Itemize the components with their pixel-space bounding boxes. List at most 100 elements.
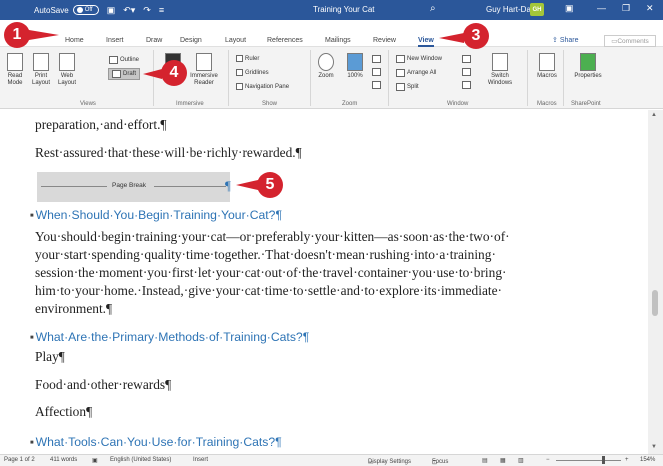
page-count[interactable]: Page 1 of 2: [4, 457, 35, 463]
avatar[interactable]: GH: [530, 3, 544, 16]
gridlines-checkbox[interactable]: Gridlines: [236, 69, 269, 76]
insert-mode[interactable]: Insert: [193, 457, 208, 463]
word-count[interactable]: 411 words: [50, 457, 77, 463]
arrange-all-label: Arrange All: [407, 70, 437, 76]
zoom-slider-thumb[interactable]: [602, 456, 605, 464]
scroll-up-icon[interactable]: ▲: [651, 112, 657, 118]
new-window-button[interactable]: New Window: [396, 55, 442, 63]
zoom-100-button[interactable]: 100%: [344, 53, 366, 80]
ruler-checkbox[interactable]: Ruler: [236, 55, 259, 62]
switch-windows-label: Switch Windows: [487, 73, 513, 86]
immersive-group-label: Immersive: [176, 101, 204, 107]
proofing-icon[interactable]: ▣: [92, 457, 98, 464]
web-layout-button[interactable]: Web Layout: [56, 53, 78, 87]
display-settings-label: Display Settings: [368, 459, 412, 465]
gridlines-check-icon: [236, 69, 243, 76]
title-bar: AutoSave Off ▣ ↶▾ ↷ ≡ Training Your Cat …: [0, 0, 663, 20]
switch-windows-button[interactable]: Switch Windows: [482, 53, 518, 87]
paragraph-rest-assured: Rest·assured·that·these·will·be·richly·r…: [35, 145, 302, 160]
scroll-thumb[interactable]: [652, 290, 658, 316]
status-bar: Page 1 of 2 411 words ▣ English (United …: [0, 454, 663, 466]
callout-4: 4: [161, 60, 187, 86]
share-button[interactable]: ⇪ Share: [552, 36, 579, 44]
tab-layout[interactable]: Layout: [225, 37, 246, 44]
paragraph-preparation: preparation,·and·effort.¶: [35, 117, 167, 132]
restore-icon[interactable]: ❐: [622, 3, 630, 14]
switch-windows-icon: [492, 53, 508, 71]
search-icon[interactable]: ⌕: [430, 3, 436, 14]
arrange-all-button[interactable]: Arrange All: [396, 69, 436, 77]
page-break-line-left: [41, 186, 107, 187]
multiple-pages-icon[interactable]: [372, 68, 381, 76]
tab-home[interactable]: Home: [65, 37, 84, 44]
body-line-2: your·start·spending·quality·time·togethe…: [35, 247, 496, 262]
page-width-icon[interactable]: [372, 81, 381, 89]
gridlines-label: Gridlines: [245, 69, 269, 76]
print-layout-button[interactable]: Print Layout: [30, 53, 52, 87]
web-layout-label: Web Layout: [57, 73, 76, 86]
close-icon[interactable]: ✕: [646, 3, 654, 14]
page-break-label: Page Break: [112, 182, 146, 189]
undo-icon[interactable]: ↶▾: [123, 5, 135, 16]
body-line-1: You·should·begin·training·your·cat—or·pr…: [35, 229, 510, 244]
toggle-knob-icon: [76, 7, 83, 13]
read-mode-view-icon[interactable]: ▤: [482, 457, 488, 464]
heading-primary-methods-text: What·Are·the·Primary·Methods·of·Training…: [35, 330, 310, 344]
focus-label: Focus: [432, 459, 449, 465]
autosave-state: Off: [84, 7, 93, 13]
zoom-slider-track[interactable]: [556, 460, 621, 461]
vertical-scrollbar[interactable]: ▲ ▼: [648, 110, 663, 454]
arrange-all-icon: [396, 69, 405, 77]
heading-when-begin-text: When·Should·You·Begin·Training·Your·Cat?…: [35, 208, 282, 222]
tab-view[interactable]: View: [418, 37, 434, 47]
split-button[interactable]: Split: [396, 83, 419, 91]
document-area[interactable]: preparation,·and·effort.¶ Rest·assured·t…: [18, 110, 648, 454]
tab-review[interactable]: Review: [373, 37, 396, 44]
immersive-reader-button[interactable]: Immersive Reader: [188, 53, 220, 87]
zoom-group-label: Zoom: [342, 101, 358, 107]
minimize-icon[interactable]: —: [597, 3, 606, 13]
draft-button[interactable]: Draft: [108, 68, 141, 80]
print-layout-icon: [33, 53, 49, 71]
zoom-out-icon[interactable]: −: [546, 457, 550, 463]
outline-icon: [109, 56, 118, 64]
tab-draw[interactable]: Draw: [146, 37, 162, 44]
macros-label: Macros: [537, 73, 557, 79]
save-icon[interactable]: ▣: [107, 5, 116, 16]
macros-button[interactable]: Macros: [534, 53, 560, 80]
zoom-level[interactable]: 154%: [640, 457, 655, 463]
reset-window-icon[interactable]: [462, 81, 471, 89]
tab-references[interactable]: References: [267, 37, 303, 44]
redo-icon[interactable]: ↷: [143, 5, 151, 16]
outline-button[interactable]: Outline: [109, 56, 139, 64]
one-page-icon[interactable]: [372, 55, 381, 63]
customize-qat-icon[interactable]: ≡: [159, 5, 164, 15]
zoom-in-icon[interactable]: +: [625, 457, 629, 463]
read-mode-button[interactable]: Read Mode: [4, 53, 26, 87]
macros-icon: [539, 53, 555, 71]
view-side-by-side-icon[interactable]: [462, 55, 471, 63]
comments-button[interactable]: ▭ Comments: [604, 35, 656, 47]
autosave-toggle[interactable]: Off: [72, 5, 99, 15]
sync-scrolling-icon[interactable]: [462, 68, 471, 76]
ribbon-display-options-icon[interactable]: ▣: [565, 3, 574, 14]
properties-label: Properties: [574, 73, 602, 79]
print-layout-view-icon[interactable]: ▦: [500, 457, 506, 464]
page-break-marker[interactable]: Page Break: [37, 172, 230, 202]
language[interactable]: English (United States): [110, 457, 171, 463]
tab-design[interactable]: Design: [180, 37, 202, 44]
group-separator: [228, 50, 229, 106]
body-line-5: environment.¶: [35, 301, 113, 316]
heading-bullet-icon: ■: [30, 439, 34, 446]
share-icon: ⇪: [552, 37, 560, 44]
scroll-down-icon[interactable]: ▼: [651, 444, 657, 450]
web-layout-view-icon[interactable]: ▥: [518, 457, 524, 464]
properties-button[interactable]: Properties: [571, 53, 605, 80]
ribbon-view: Read Mode Print Layout Web Layout Outlin…: [0, 47, 663, 109]
tab-mailings[interactable]: Mailings: [325, 37, 351, 44]
zoom-button[interactable]: Zoom: [316, 53, 336, 80]
heading-tools-text: What·Tools·Can·You·Use·for·Training·Cats…: [35, 435, 282, 449]
group-separator: [310, 50, 311, 106]
tab-insert[interactable]: Insert: [106, 37, 124, 44]
navigation-pane-checkbox[interactable]: Navigation Pane: [236, 83, 289, 90]
